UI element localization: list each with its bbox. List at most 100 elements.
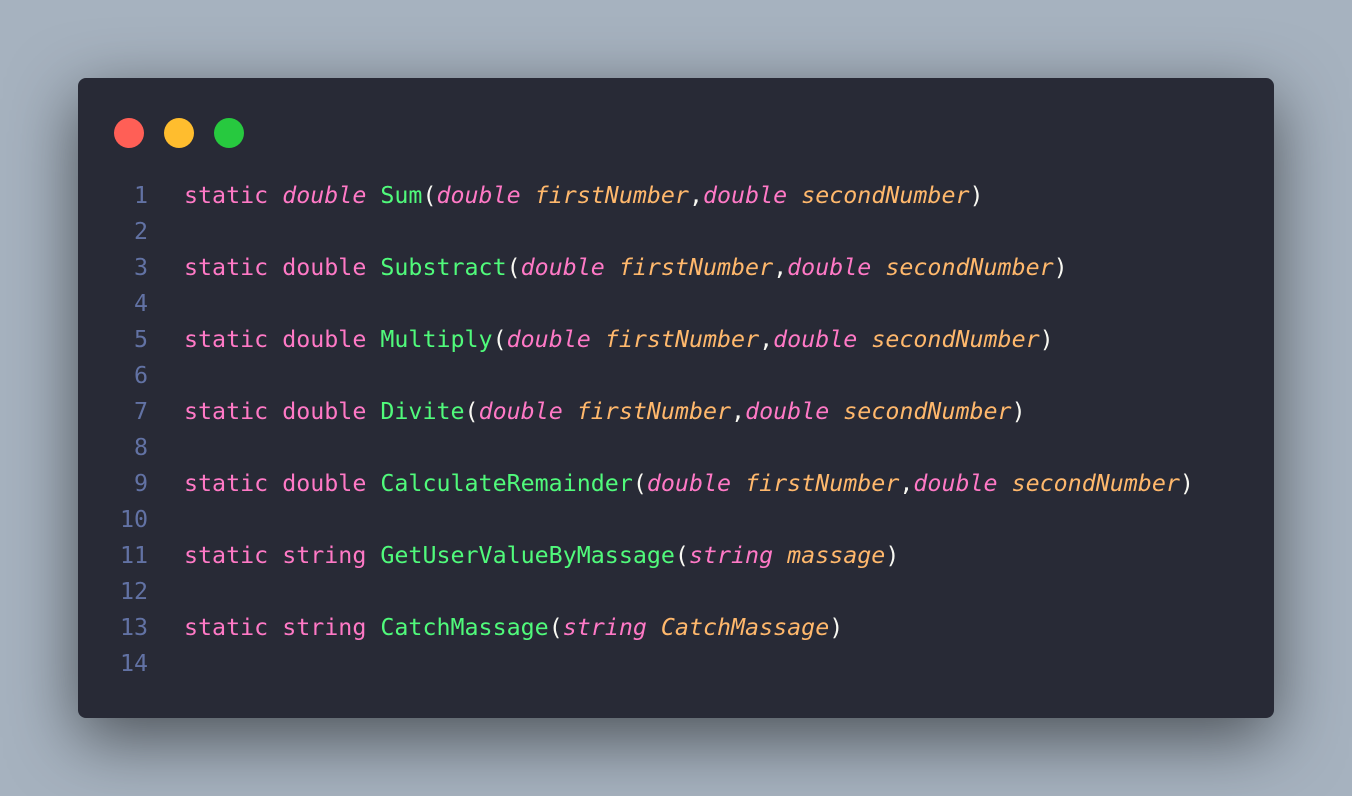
code-token-parameter: firstNumber (618, 254, 774, 281)
code-line: 2 (78, 214, 1274, 250)
code-token-keyword: double (745, 398, 830, 425)
code-token-keyword: double (773, 326, 858, 353)
code-token-punctuation: , (773, 254, 788, 281)
code-token-keyword: string (688, 542, 774, 569)
line-number: 10 (119, 506, 148, 533)
code-token-parameter: CatchMassage (660, 614, 830, 641)
code-token-keyword: double (520, 254, 605, 281)
code-line: 6 (78, 358, 1274, 394)
code-text: static double CalculateRemainder(double … (184, 466, 1194, 502)
code-token-parameter: firstNumber (604, 326, 760, 353)
minimize-button-icon[interactable] (164, 118, 194, 148)
code-line: 12 (78, 574, 1274, 610)
close-button-icon[interactable] (114, 118, 144, 148)
line-number: 8 (133, 434, 148, 461)
code-token-punctuation: , (731, 398, 746, 425)
code-token-keyword: double (436, 182, 521, 209)
code-token-keyword: double (787, 254, 872, 281)
line-number: 9 (133, 470, 148, 497)
code-text: static string CatchMassage(string CatchM… (184, 610, 843, 646)
code-token-keyword: static (184, 614, 269, 641)
code-text: static double Substract(double firstNumb… (184, 250, 1068, 286)
code-token-punctuation: ) (829, 614, 844, 641)
code-token-keyword: double (282, 398, 367, 425)
code-token-parameter: secondNumber (843, 398, 1012, 425)
code-text: static string GetUserValueByMassage(stri… (184, 538, 899, 574)
code-token-function: GetUserValueByMassage (380, 542, 675, 569)
code-text: static double Multiply( double firstNumbe… (184, 322, 1054, 358)
code-token-punctuation: , (759, 326, 774, 353)
code-line: 13 static string CatchMassage(string Catc… (78, 610, 1274, 646)
code-token-keyword: static (184, 470, 269, 497)
code-token-keyword: double (703, 182, 788, 209)
line-number: 6 (133, 362, 148, 389)
code-text: static double Sum(double firstNumber,dou… (184, 178, 984, 214)
code-line: 10 (78, 502, 1274, 538)
line-number: 1 (133, 182, 148, 209)
code-token-punctuation: , (899, 470, 914, 497)
code-token-punctuation: ) (969, 182, 984, 209)
code-token-keyword: double (282, 182, 367, 209)
code-token-keyword: static (184, 182, 269, 209)
code-line: 5 static double Multiply( double firstNumb… (78, 322, 1274, 358)
code-line: 1 static double Sum(double firstNumber,do… (78, 178, 1274, 214)
line-number: 11 (119, 542, 148, 569)
code-token-parameter: secondNumber (871, 326, 1040, 353)
code-token-keyword: double (478, 398, 563, 425)
code-token-function: CatchMassage (380, 614, 549, 641)
line-number: 12 (119, 578, 148, 605)
code-token-parameter: firstNumber (576, 398, 732, 425)
code-token-keyword: static (184, 326, 269, 353)
code-token-parameter: massage (787, 542, 886, 569)
line-number: 7 (133, 398, 148, 425)
code-token-punctuation: ( (674, 542, 689, 569)
code-token-function: CalculateRemainder (380, 470, 633, 497)
code-token-punctuation: ) (1053, 254, 1068, 281)
code-line: 8 (78, 430, 1274, 466)
code-token-function: Multiply (380, 326, 493, 353)
code-block: 1 static double Sum(double firstNumber,do… (78, 178, 1274, 682)
code-token-punctuation: ( (492, 326, 507, 353)
code-token-keyword: double (282, 254, 367, 281)
code-token-punctuation: ( (464, 398, 479, 425)
code-line: 11 static string GetUserValueByMassage(st… (78, 538, 1274, 574)
code-token-keyword: double (646, 470, 732, 497)
code-token-keyword: double (282, 470, 367, 497)
code-token-parameter: firstNumber (534, 182, 689, 209)
code-token-punctuation: ) (1179, 470, 1194, 497)
line-number: 2 (133, 218, 148, 245)
code-token-parameter: firstNumber (745, 470, 900, 497)
code-token-parameter: secondNumber (801, 182, 970, 209)
code-line: 9 static double CalculateRemainder(double… (78, 466, 1274, 502)
code-token-keyword: double (282, 326, 367, 353)
zoom-button-icon[interactable] (214, 118, 244, 148)
line-number: 13 (119, 614, 148, 641)
code-token-keyword: string (562, 614, 647, 641)
code-token-parameter: secondNumber (885, 254, 1054, 281)
code-token-keyword: static (184, 542, 269, 569)
line-number: 4 (133, 290, 148, 317)
code-line: 3 static double Substract(double firstNum… (78, 250, 1274, 286)
code-token-keyword: static (184, 254, 269, 281)
code-text: static double Divite(double firstNumber,… (184, 394, 1026, 430)
code-line: 14 (78, 646, 1274, 682)
code-token-function: Sum (380, 182, 423, 209)
line-number: 5 (133, 326, 148, 353)
